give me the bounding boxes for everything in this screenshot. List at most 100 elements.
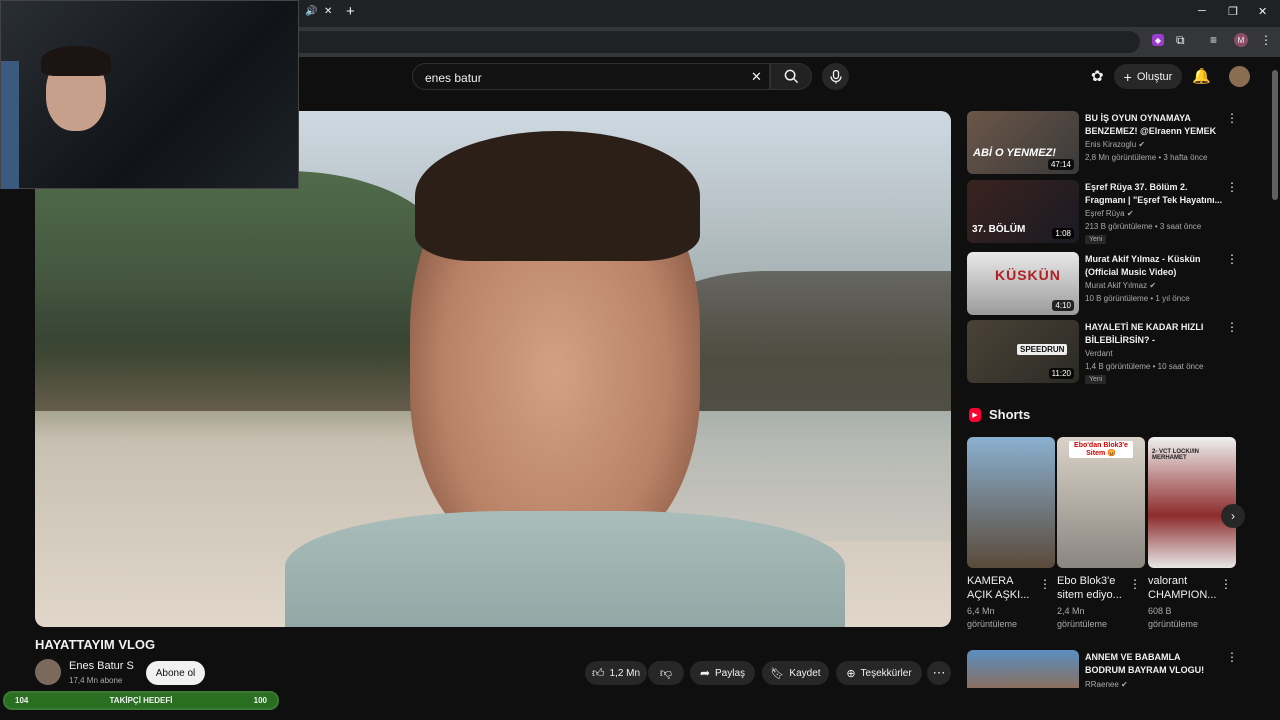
recommendation-channel: Verdant (1085, 349, 1113, 358)
video-duration: 11:20 (1048, 368, 1074, 379)
maximize-button[interactable]: ❐ (1228, 5, 1238, 18)
recommendation-channel: Murat Akif Yılmaz ✔ (1085, 281, 1157, 290)
short-title: Ebo Blok3'e sitem ediyo... (1057, 575, 1122, 601)
thanks-button[interactable]: ⊕ Teşekkürler (836, 661, 922, 685)
dislike-button[interactable]: 👎︎ (648, 661, 684, 685)
address-bar[interactable] (290, 31, 1140, 53)
profile-avatar[interactable]: M (1234, 33, 1248, 47)
recommendation-item[interactable]: SPEEDRUN 11:20 HAYALETİ NE KADAR HIZLI B… (967, 320, 1257, 384)
recommendation-thumbnail: SPEEDRUN 11:20 (967, 320, 1079, 383)
microphone-icon (829, 69, 842, 83)
recommendation-thumbnail: ABİ O YENMEZ! 47:14 (967, 111, 1079, 174)
recommendation-title: BU İŞ OYUN OYNAMAYA BENZEMEZ! @Elraenn Y… (1085, 113, 1217, 136)
channel-name[interactable]: Enes Batur S (69, 660, 134, 672)
short-item[interactable]: 2- VCT LOCK//IN MERHAMET valorant CHAMPI… (1148, 437, 1236, 631)
video-frame-shirt (285, 511, 845, 627)
tab-close-icon[interactable]: ✕ (324, 6, 332, 17)
close-window-button[interactable]: ✕ (1258, 5, 1267, 18)
voice-search-button[interactable] (822, 63, 849, 90)
more-options-icon[interactable]: ⋮ (1039, 577, 1051, 591)
recommendation-title: Eşref Rüya 37. Bölüm 2. Fragmanı | "Eşre… (1085, 182, 1223, 205)
short-views: 608 Bgörüntüleme (1148, 606, 1199, 629)
thumbnail-text: ABİ O YENMEZ! (973, 147, 1056, 159)
extension-icon[interactable]: ◆ (1152, 34, 1164, 46)
create-label: Oluştur (1136, 70, 1173, 83)
recommendation-item[interactable]: KÜSKÜN 4:10 Murat Akif Yılmaz - Küskün (… (967, 252, 1257, 316)
recommendation-item[interactable]: ANNEM VE BABAMLA BODRUM BAYRAM VLOGU! RR… (967, 650, 1257, 714)
recommendation-title: Murat Akif Yılmaz - Küskün (Official Mus… (1085, 254, 1201, 277)
recommendation-title: HAYALETİ NE KADAR HIZLI BİLEBİLİRSİN? - … (1085, 322, 1204, 345)
recommendation-meta: 213 B görüntüleme • 3 saat önce (1085, 222, 1202, 231)
recommendation-meta: 1,4 B görüntüleme • 10 saat önce (1085, 362, 1204, 371)
verified-icon: ✔ (1121, 680, 1128, 689)
more-options-icon[interactable]: ⋮ (1226, 180, 1238, 194)
shorts-heading: Shorts (989, 407, 1031, 422)
verified-icon: ✔ (1149, 281, 1157, 290)
plus-icon: + (1123, 68, 1132, 85)
thanks-label: Teşekkürler (860, 667, 912, 679)
more-options-icon[interactable]: ⋮ (1226, 111, 1238, 125)
streamer-webcam-overlay (0, 0, 299, 189)
subscribe-button[interactable]: Abone ol (146, 661, 205, 685)
like-button[interactable]: 👍︎ 1,2 Mn (585, 661, 647, 685)
recommendation-meta: 10 B görüntüleme • 1 yıl önce (1085, 294, 1190, 303)
recommendation-meta: 2,8 Mn görüntüleme • 3 hafta önce (1085, 153, 1208, 162)
recommendation-item[interactable]: 37. BÖLÜM 1:08 Eşref Rüya 37. Bölüm 2. F… (967, 180, 1257, 244)
verified-icon: ✔ (1138, 140, 1146, 149)
video-duration: 1:08 (1052, 228, 1074, 239)
thumbnail-text: Ebo'dan Blok3'e Sitem 😡 (1069, 441, 1133, 458)
shorts-section-header: ▶ Shorts (969, 407, 1030, 422)
notifications-bell-icon[interactable]: 🔔 (1192, 67, 1211, 85)
share-arrow-icon: ➦ (699, 666, 711, 680)
more-options-icon[interactable]: ⋮ (1129, 577, 1141, 591)
extensions-puzzle-icon[interactable]: ⧉ (1176, 33, 1185, 48)
short-views: 2,4 Mn görüntüleme (1057, 606, 1108, 629)
recommendation-thumbnail (967, 650, 1079, 688)
short-item[interactable]: Ebo'dan Blok3'e Sitem 😡 Ebo Blok3'e site… (1057, 437, 1145, 631)
subscriber-count: 17,4 Mn abone (69, 676, 123, 685)
goal-label: TAKİPÇİ HEDEFİ (109, 696, 173, 705)
follower-goal-bar: 104 TAKİPÇİ HEDEFİ 100 (3, 691, 279, 710)
thumbnail-text: SPEEDRUN (1017, 344, 1068, 355)
short-thumbnail: 2- VCT LOCK//IN MERHAMET (1148, 437, 1236, 568)
new-tab-button[interactable]: + (346, 3, 355, 20)
thanks-icon: ⊕ (846, 667, 856, 680)
video-frame-hair (415, 131, 700, 261)
more-options-icon[interactable]: ⋮ (1226, 650, 1238, 664)
goal-current: 104 (15, 696, 29, 705)
clear-search-icon[interactable]: ✕ (751, 69, 762, 85)
thumbnail-text: KÜSKÜN (995, 267, 1061, 283)
search-button[interactable] (770, 63, 812, 90)
shorts-next-arrow-icon[interactable]: › (1221, 504, 1245, 528)
create-button[interactable]: + Oluştur (1114, 64, 1182, 89)
tab-audio-icon: 🔊 (305, 6, 318, 17)
more-options-icon[interactable]: ⋮ (1220, 577, 1232, 591)
verified-icon: ✔ (1126, 209, 1134, 218)
save-button[interactable]: 🔖︎ Kaydet (762, 661, 829, 685)
search-input[interactable]: enes batur (412, 63, 770, 90)
new-badge: Yeni (1085, 235, 1107, 244)
thumbnail-text: 37. BÖLÜM (972, 224, 1026, 235)
reading-list-icon[interactable]: ≡ (1210, 33, 1217, 47)
account-avatar[interactable] (1229, 66, 1250, 87)
share-label: Paylaş (715, 667, 746, 679)
studio-icon[interactable]: ✿ (1091, 67, 1104, 85)
bookmark-icon: 🔖︎ (770, 667, 785, 680)
minimize-button[interactable]: ─ (1198, 5, 1206, 17)
more-actions-button[interactable]: ⋯ (927, 661, 951, 685)
short-thumbnail: Ebo'dan Blok3'e Sitem 😡 (1057, 437, 1145, 568)
recommendation-item[interactable]: ABİ O YENMEZ! 47:14 BU İŞ OYUN OYNAMAYA … (967, 111, 1257, 175)
recommendation-thumbnail: KÜSKÜN 4:10 (967, 252, 1079, 315)
browser-menu-icon[interactable]: ⋮ (1260, 33, 1272, 47)
short-item[interactable]: KAMERA AÇIK AŞKI... 6,4 Mn görüntüleme ⋮ (967, 437, 1055, 631)
more-options-icon[interactable]: ⋮ (1226, 252, 1238, 266)
recommendation-channel: Eşref Rüya ✔ (1085, 209, 1134, 218)
share-button[interactable]: ➦ Paylaş (690, 661, 755, 685)
more-options-icon[interactable]: ⋮ (1226, 320, 1238, 334)
scrollbar-thumb[interactable] (1272, 70, 1278, 200)
channel-avatar[interactable] (35, 659, 61, 685)
video-duration: 4:10 (1052, 300, 1074, 311)
webcam-hair (41, 46, 111, 76)
save-label: Kaydet (789, 667, 821, 679)
recommendation-thumbnail: 37. BÖLÜM 1:08 (967, 180, 1079, 243)
